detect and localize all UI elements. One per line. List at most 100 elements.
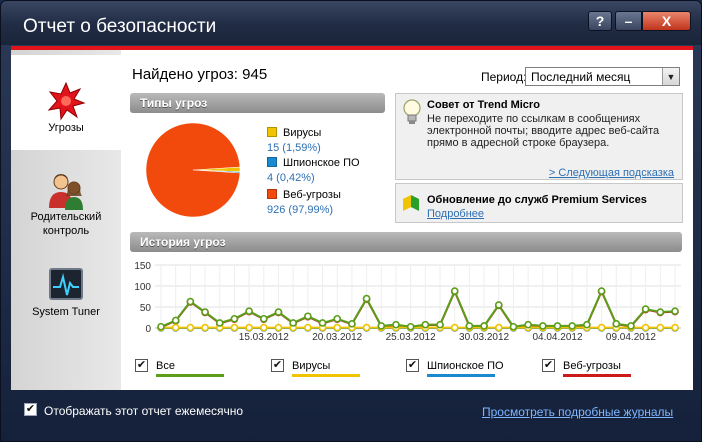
client-area: Угрозы Родительский контроль System Tune… <box>11 50 693 390</box>
series-point-0 <box>260 314 268 323</box>
series-point-0 <box>641 305 650 313</box>
chevron-down-icon[interactable]: ▼ <box>662 68 679 85</box>
checkbox[interactable]: ✔ <box>271 359 284 372</box>
series-point-0 <box>436 320 444 329</box>
series-point-1 <box>245 323 253 332</box>
series-point-1 <box>186 323 195 332</box>
premium-update-title: Обновление до служб Premium Services <box>427 194 647 206</box>
title-bar[interactable]: Отчет о безопасности ? – X <box>1 1 701 45</box>
legend-swatch <box>267 189 277 199</box>
series-point-0 <box>171 316 180 325</box>
series-point-0 <box>465 322 474 330</box>
minimize-button[interactable]: – <box>615 11 642 31</box>
series-point-1 <box>304 323 312 332</box>
report-window: Отчет о безопасности ? – X Угрозы Родите… <box>0 0 702 442</box>
series-point-0 <box>656 308 665 316</box>
series-point-1 <box>260 323 268 332</box>
x-tick-label: 09.04.2012 <box>606 332 656 343</box>
series-point-0 <box>392 320 400 329</box>
legend-value: 926 (97,99%) <box>267 204 334 216</box>
help-button[interactable]: ? <box>588 11 612 31</box>
series-point-0 <box>362 294 371 303</box>
premium-update-panel: Обновление до служб Premium Services Под… <box>395 183 683 223</box>
tip-panel: Совет от Trend Micro Не переходите по сс… <box>395 93 683 180</box>
premium-details-link[interactable]: Подробнее <box>427 208 484 220</box>
legend-value: 4 (0,42%) <box>267 172 315 184</box>
series-point-0 <box>627 322 635 330</box>
series-point-0 <box>406 322 415 331</box>
series-point-0 <box>274 308 283 316</box>
window-title: Отчет о безопасности <box>23 16 217 37</box>
series-point-0 <box>157 322 165 331</box>
series-underline <box>292 374 360 377</box>
tip-text: Не переходите по ссылкам в сообщениях эл… <box>427 113 660 149</box>
parental-control-icon <box>49 174 83 210</box>
sidebar-item-threats[interactable]: Угрозы <box>11 55 121 150</box>
series-line-0 <box>160 288 676 328</box>
series-point-1 <box>450 323 459 332</box>
threat-types-pie <box>145 122 241 218</box>
legend-item-spyware: Шпионское ПО 4 (0,42%) <box>267 157 360 184</box>
series-point-0 <box>539 322 547 330</box>
legend-swatch <box>267 157 277 167</box>
series-point-0 <box>377 322 386 330</box>
legend-swatch <box>267 127 277 137</box>
series-point-1 <box>362 323 371 332</box>
legend-label: Шпионское ПО <box>283 157 360 169</box>
series-point-0 <box>186 297 195 306</box>
beginner-leaf-icon <box>403 195 419 211</box>
period-select[interactable]: Последний месяц ▼ <box>525 67 680 86</box>
threat-history-header: История угроз <box>130 232 682 252</box>
checkbox[interactable]: ✔ <box>406 359 419 372</box>
y-tick-label: 50 <box>140 303 152 314</box>
series-label: Вирусы <box>292 360 331 372</box>
sidebar: Угрозы Родительский контроль System Tune… <box>11 50 121 390</box>
series-point-0 <box>568 322 577 330</box>
y-tick-label: 150 <box>134 261 151 272</box>
system-tuner-icon <box>49 268 83 300</box>
series-point-0 <box>524 320 532 329</box>
series-label: Веб-угрозы <box>563 360 621 372</box>
next-tip-link[interactable]: > Следующая подсказка <box>549 167 674 179</box>
series-underline <box>427 374 495 377</box>
threat-history-chart: 0 50 100 150 15.03.2012 20.03.2012 25.03.2012… <box>134 261 681 343</box>
series-point-0 <box>289 319 297 327</box>
series-point-0 <box>450 287 459 295</box>
close-button[interactable]: X <box>642 11 691 31</box>
series-point-0 <box>215 319 224 327</box>
series-point-0 <box>597 287 606 295</box>
series-point-0 <box>201 308 209 316</box>
monthly-report-checkbox[interactable]: ✔ <box>24 403 37 416</box>
sidebar-item-label: System Tuner <box>32 306 100 318</box>
legend-label: Вирусы <box>283 127 322 139</box>
sidebar-item-parental-control[interactable]: Родительский контроль <box>11 170 121 250</box>
legend-item-web-threats: Веб-угрозы 926 (97,99%) <box>267 189 341 216</box>
series-point-0 <box>348 320 356 328</box>
series-point-1 <box>671 323 679 332</box>
sidebar-item-label: Угрозы <box>48 122 84 134</box>
series-point-0 <box>245 307 253 316</box>
series-point-1 <box>494 323 503 332</box>
threats-icon <box>47 81 86 121</box>
view-logs-link[interactable]: Просмотреть подробные журналы <box>482 405 673 419</box>
series-point-0 <box>421 320 430 329</box>
series-line-3 <box>160 288 676 329</box>
series-underline <box>156 374 224 377</box>
period-value: Последний месяц <box>531 70 631 84</box>
series-point-1 <box>230 323 239 332</box>
x-tick-label: 20.03.2012 <box>312 332 362 343</box>
y-tick-label: 0 <box>145 324 151 335</box>
series-point-1 <box>201 323 209 332</box>
series-label: Шпионское ПО <box>427 360 504 372</box>
series-point-0 <box>304 312 312 321</box>
sidebar-item-label: Родительский контроль <box>30 211 102 237</box>
checkbox[interactable]: ✔ <box>135 359 148 372</box>
series-point-0 <box>230 314 239 323</box>
checkbox[interactable]: ✔ <box>542 359 555 372</box>
series-point-0 <box>494 301 503 309</box>
series-point-0 <box>583 320 591 329</box>
series-label: Все <box>156 360 175 372</box>
x-tick-label: 25.03.2012 <box>386 332 436 343</box>
sidebar-item-system-tuner[interactable]: System Tuner <box>11 265 121 325</box>
x-tick-label: 04.04.2012 <box>532 332 582 343</box>
